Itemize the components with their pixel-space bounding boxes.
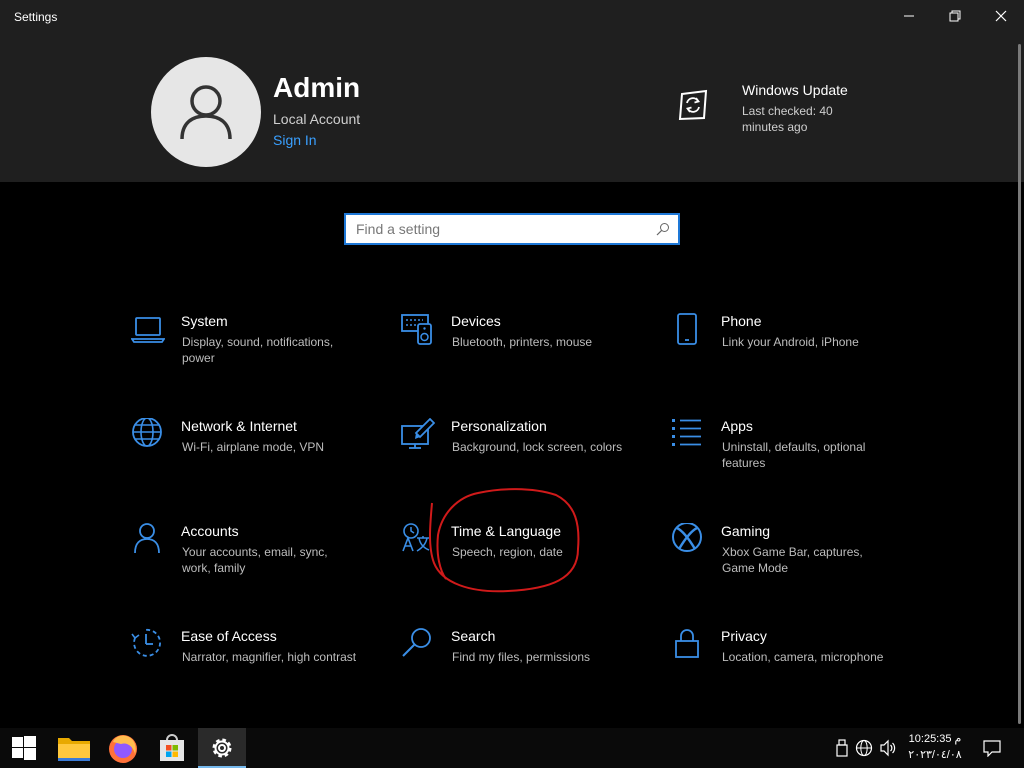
close-button[interactable] (978, 0, 1024, 32)
start-button[interactable] (0, 728, 48, 768)
tile-description: Find my files, permissions (452, 650, 591, 664)
file-explorer-icon (58, 738, 90, 761)
search-box[interactable] (344, 213, 680, 245)
tile-title: System (181, 313, 228, 329)
network-tray-button[interactable] (854, 738, 874, 758)
windows-update-status: Last checked: 40 minutes ago (742, 104, 833, 134)
account-type: Local Account (273, 111, 361, 127)
devices-icon (401, 313, 435, 347)
clock-time[interactable]: 10:25:35 م (905, 732, 965, 745)
minimize-button[interactable] (886, 0, 932, 32)
tile-title: Personalization (451, 418, 547, 434)
usb-icon (836, 739, 848, 757)
magnifier-icon (656, 222, 670, 241)
tile-title: Network & Internet (181, 418, 297, 434)
lock-icon (671, 628, 705, 662)
tile-title: Privacy (721, 628, 767, 644)
ease-of-access-icon (131, 628, 165, 662)
tile-system[interactable]: System Display, sound, notifications, po… (131, 313, 381, 393)
time-language-icon (401, 523, 435, 557)
tile-title: Ease of Access (181, 628, 277, 644)
tile-phone[interactable]: Phone Link your Android, iPhone (671, 313, 921, 393)
restore-icon (949, 10, 961, 22)
tile-description: Narrator, magnifier, high contrast (182, 650, 357, 664)
volume-icon (880, 739, 896, 757)
apps-list-icon (671, 418, 705, 452)
tile-privacy[interactable]: Privacy Location, camera, microphone (671, 628, 921, 708)
paintbrush-icon (401, 418, 435, 452)
tile-title: Apps (721, 418, 753, 434)
globe-icon (131, 418, 165, 452)
account-header: Admin Local Account Sign In Windows Upda… (0, 34, 1024, 182)
tile-time-language[interactable]: Time & Language Speech, region, date (401, 523, 651, 603)
tile-title: Phone (721, 313, 762, 329)
settings-taskbar-button[interactable] (198, 728, 246, 768)
tile-description: Location, camera, microphone (722, 650, 884, 664)
xbox-icon (671, 523, 705, 557)
store-icon (160, 734, 184, 761)
tile-apps[interactable]: Apps Uninstall, defaults, optional featu… (671, 418, 921, 498)
store-button[interactable] (148, 728, 196, 768)
tile-description: Background, lock screen, colors (452, 440, 623, 454)
tile-title: Search (451, 628, 496, 644)
tile-description: Display, sound, notifications, power (182, 335, 334, 365)
tile-description: Link your Android, iPhone (722, 335, 859, 349)
laptop-icon (131, 313, 165, 347)
windows-update-title[interactable]: Windows Update (742, 82, 848, 98)
notifications-button[interactable] (982, 738, 1002, 758)
window-title: Settings (14, 10, 58, 24)
tile-description: Speech, region, date (452, 545, 563, 559)
search-input[interactable] (346, 215, 646, 243)
title-bar: Settings (0, 0, 1024, 34)
tile-ease-of-access[interactable]: Ease of Access Narrator, magnifier, high… (131, 628, 381, 708)
file-explorer-button[interactable] (50, 728, 98, 768)
phone-icon (671, 313, 705, 347)
person-icon (131, 523, 165, 557)
tile-title: Accounts (181, 523, 239, 539)
tile-description: Uninstall, defaults, optional features (722, 440, 866, 470)
notification-icon (983, 740, 1001, 757)
tile-search[interactable]: Search Find my files, permissions (401, 628, 651, 708)
settings-icon (212, 738, 232, 758)
tile-accounts[interactable]: Accounts Your accounts, email, sync, wor… (131, 523, 381, 603)
avatar[interactable] (151, 57, 261, 167)
tile-devices[interactable]: Devices Bluetooth, printers, mouse (401, 313, 651, 393)
tile-title: Devices (451, 313, 501, 329)
restore-button[interactable] (932, 0, 978, 32)
tile-network-internet[interactable]: Network & Internet Wi-Fi, airplane mode,… (131, 418, 381, 498)
tile-description: Xbox Game Bar, captures, Game Mode (722, 545, 863, 575)
tile-description: Bluetooth, printers, mouse (452, 335, 593, 349)
taskbar: 10:25:35 م ٢٠٢٣/٠٤/٠٨ (0, 728, 1024, 768)
user-name: Admin (273, 72, 361, 103)
close-icon (995, 10, 1007, 22)
tile-title: Gaming (721, 523, 771, 539)
network-globe-icon (855, 739, 873, 757)
volume-tray-button[interactable] (878, 738, 898, 758)
tile-description: Wi-Fi, airplane mode, VPN (182, 440, 325, 454)
clock-date[interactable]: ٢٠٢٣/٠٤/٠٨ (905, 748, 965, 761)
tile-gaming[interactable]: Gaming Xbox Game Bar, captures, Game Mod… (671, 523, 921, 603)
sign-in-link[interactable]: Sign In (273, 132, 317, 148)
search-icon (401, 628, 435, 662)
firefox-button[interactable] (99, 728, 147, 768)
person-silhouette-icon (180, 85, 232, 140)
tile-title: Time & Language (451, 523, 561, 539)
start-icon (12, 736, 36, 760)
scrollbar[interactable] (1018, 44, 1021, 724)
tile-personalization[interactable]: Personalization Background, lock screen,… (401, 418, 651, 498)
tile-description: Your accounts, email, sync, work, family (182, 545, 328, 575)
minimize-icon (904, 15, 914, 17)
usb-tray-button[interactable] (832, 738, 852, 758)
firefox-icon (109, 735, 137, 763)
windows-update-icon[interactable] (676, 88, 710, 122)
